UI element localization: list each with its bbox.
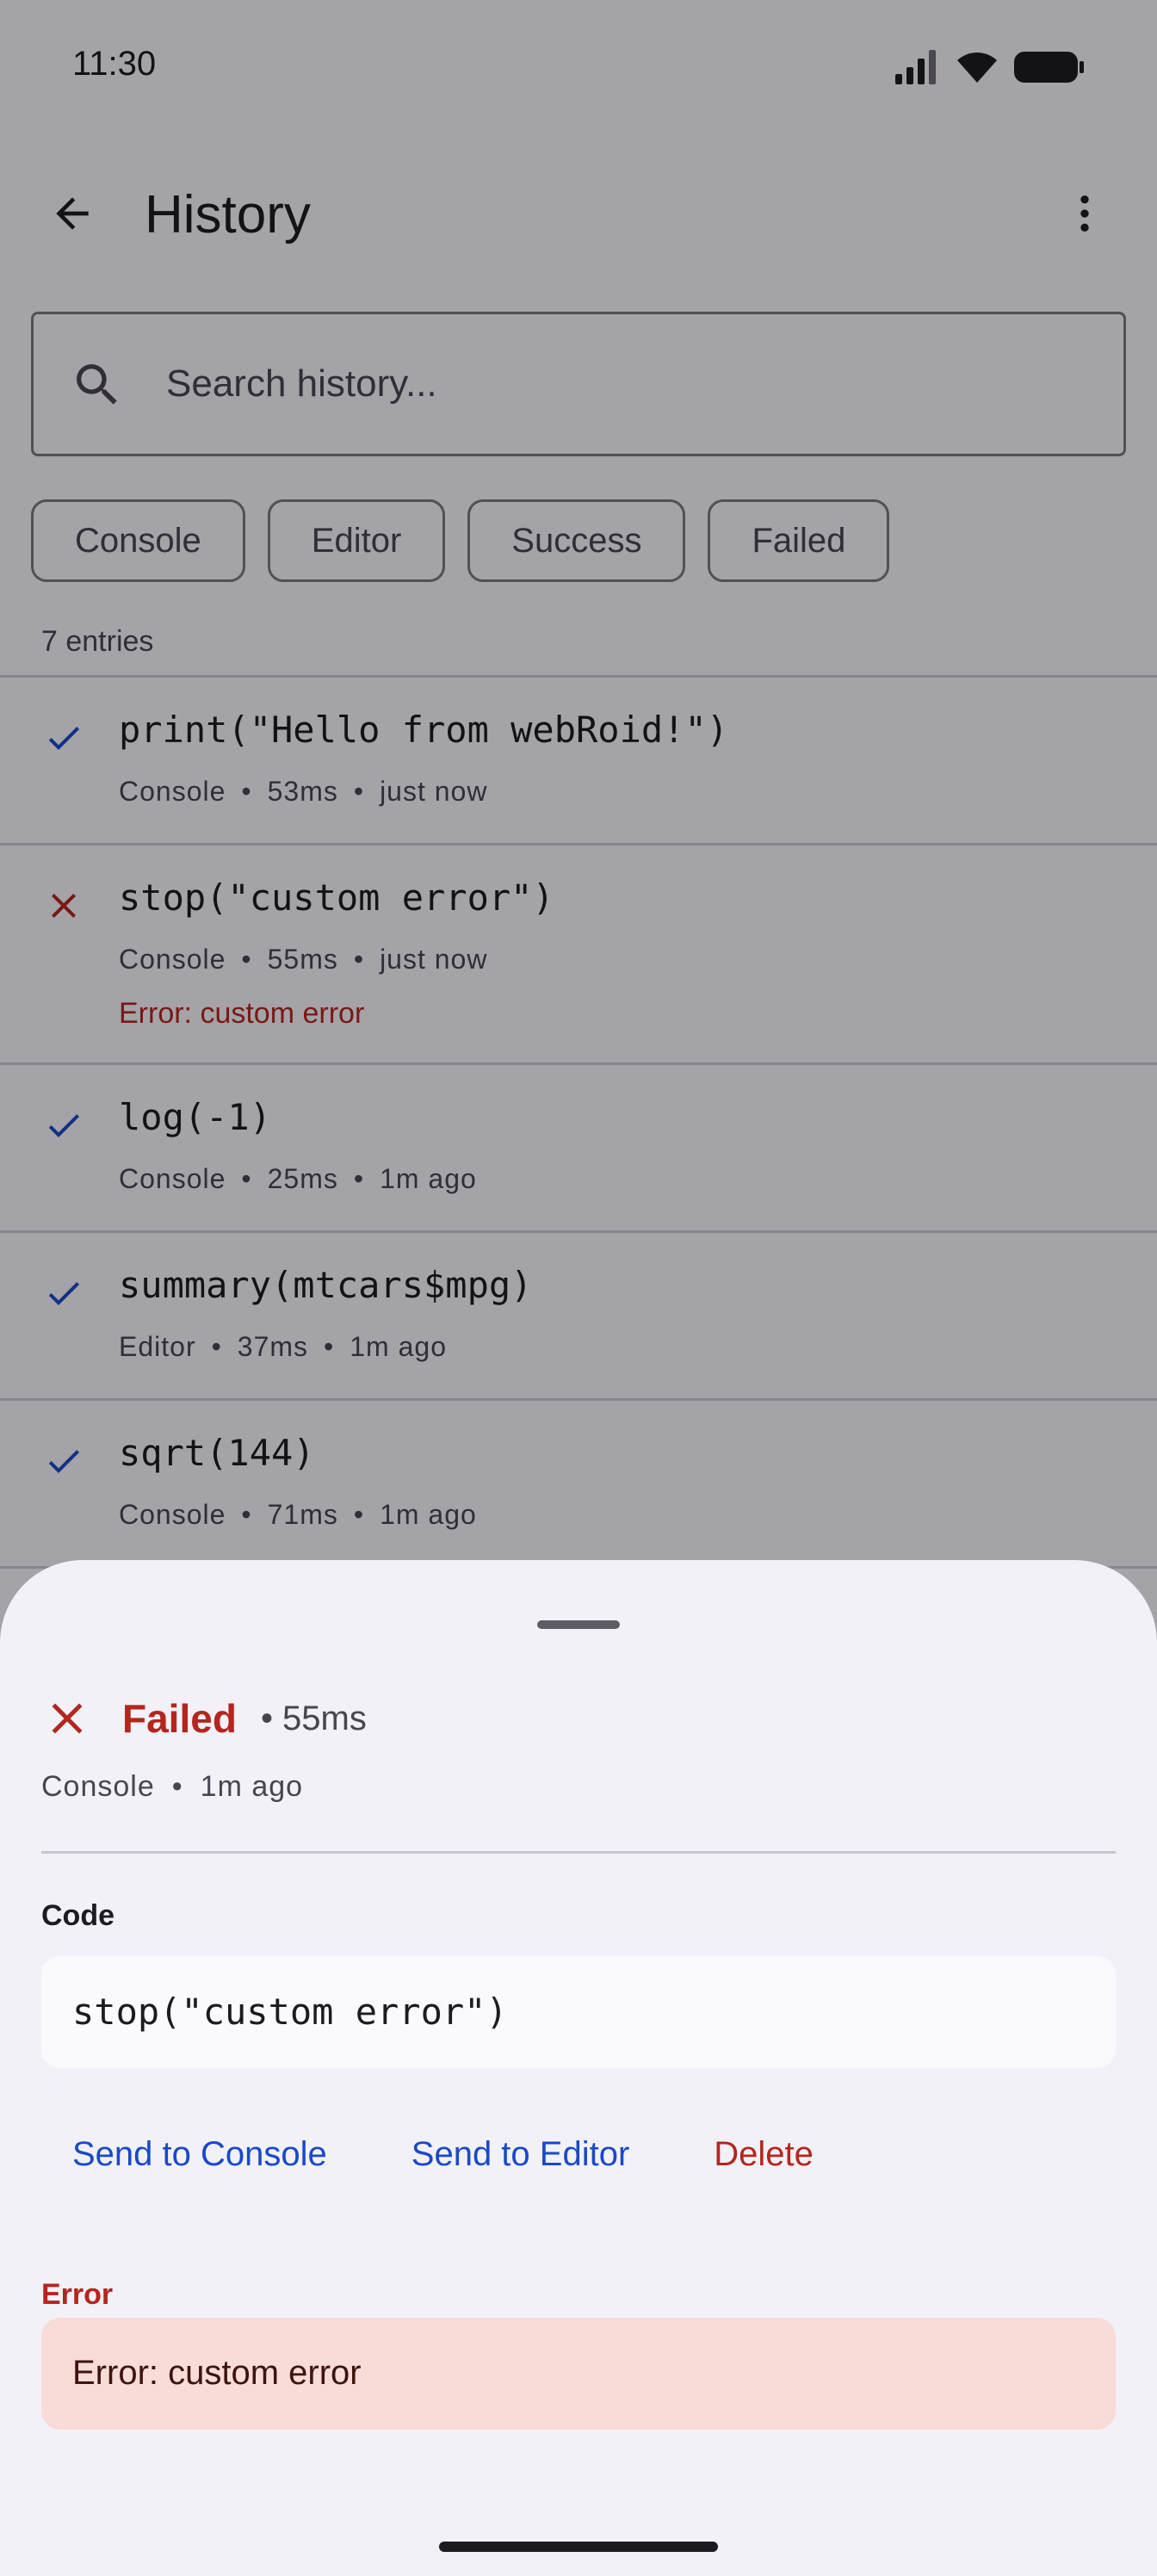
- sheet-status-row: Failed • 55ms: [41, 1684, 367, 1753]
- drag-handle[interactable]: [537, 1620, 620, 1629]
- sheet-status-label: Failed: [122, 1696, 237, 1741]
- error-label: Error: [41, 2278, 114, 2311]
- sheet-source: Console: [41, 1770, 155, 1803]
- close-icon: [52, 1703, 83, 1734]
- delete-button[interactable]: Delete: [683, 2111, 845, 2197]
- code-text: stop("custom error"): [72, 1991, 508, 2033]
- sheet-duration: • 55ms: [260, 1699, 367, 1737]
- error-text: Error: custom error: [72, 2354, 362, 2392]
- send-to-editor-button[interactable]: Send to Editor: [381, 2111, 661, 2197]
- sheet-time: 1m ago: [200, 1770, 304, 1803]
- sheet-actions: Send to Console Send to Editor Delete: [41, 2111, 845, 2197]
- sheet-divider: [41, 1851, 1116, 1854]
- home-indicator[interactable]: [439, 2542, 718, 2552]
- sheet-meta: Console • 1m ago: [41, 1770, 304, 1803]
- send-to-console-button[interactable]: Send to Console: [41, 2111, 358, 2197]
- code-box: stop("custom error"): [41, 1956, 1116, 2068]
- code-label: Code: [41, 1899, 114, 1932]
- error-box: Error: custom error: [41, 2318, 1116, 2430]
